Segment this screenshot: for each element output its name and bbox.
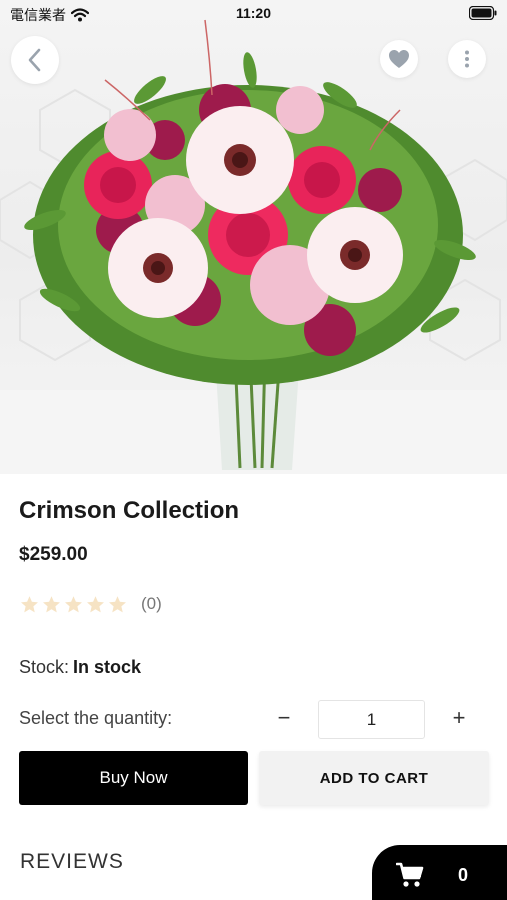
star-icon [65,595,82,612]
more-options-button[interactable] [448,40,486,78]
stock-value: In stock [73,657,142,677]
status-bar: 電信業者 11:20 [0,0,507,28]
reviews-heading: REVIEWS [20,850,124,873]
quantity-decrease-button[interactable]: − [272,704,296,732]
quantity-increase-button[interactable]: + [447,704,471,732]
product-image [0,0,507,474]
product-price: $259.00 [19,544,88,565]
heart-icon [389,50,409,68]
star-icon [109,595,126,612]
bouquet-illustration [0,19,507,474]
quantity-label: Select the quantity: [19,708,173,728]
quantity-input[interactable] [318,700,425,739]
product-rating[interactable]: (0) [20,594,162,614]
buy-now-button[interactable]: Buy Now [19,751,248,805]
favorite-button[interactable] [380,40,418,78]
star-icon [43,595,60,612]
cart-button[interactable]: 0 [372,845,507,900]
star-icon [87,595,104,612]
add-to-cart-button[interactable]: ADD TO CART [259,751,489,805]
battery-icon [469,6,497,20]
star-icon [21,595,38,612]
cart-icon [396,862,424,887]
stock-status: Stock: In stock [19,657,141,678]
rating-stars [20,595,127,614]
cart-count: 0 [458,864,469,885]
product-title: Crimson Collection [19,497,240,524]
back-button[interactable] [11,36,59,84]
chevron-left-icon [28,48,41,72]
status-time: 11:20 [235,5,272,21]
stock-label: Stock: [19,657,70,677]
vertical-dots-icon [465,50,469,68]
review-count: (0) [141,594,162,613]
